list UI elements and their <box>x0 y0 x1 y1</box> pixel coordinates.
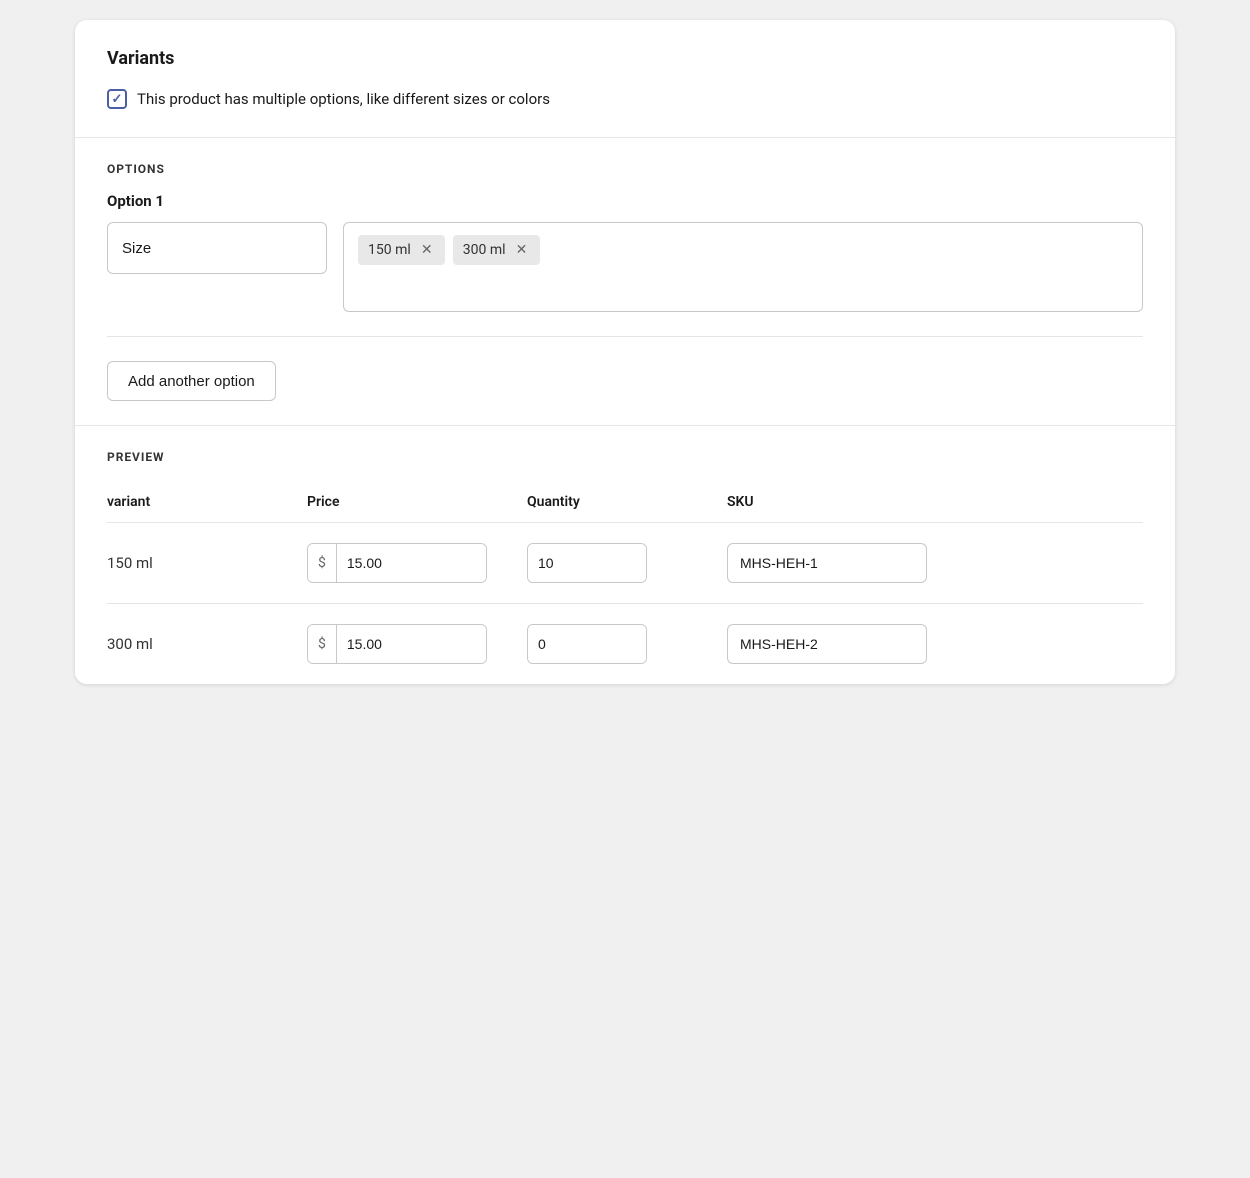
col-header-price: Price <box>307 484 527 523</box>
price-input-wrapper-300ml: $ <box>307 624 487 664</box>
sku-input-150ml[interactable] <box>727 543 927 583</box>
variants-checkbox-row: ✓ This product has multiple options, lik… <box>107 89 1143 109</box>
table-row: 300 ml $ ▲ ▼ <box>107 604 1143 685</box>
price-cell-300ml: $ <box>307 604 527 685</box>
price-input-150ml[interactable] <box>337 544 487 582</box>
quantity-cell-150ml: ▲ ▼ <box>527 523 727 604</box>
tag-150ml: 150 ml ✕ <box>358 235 445 265</box>
qty-input-150ml[interactable] <box>528 544 647 582</box>
sku-cell-300ml <box>727 604 1143 685</box>
option1-name-input[interactable] <box>107 222 327 274</box>
variant-name-300ml: 300 ml <box>107 604 307 685</box>
price-input-300ml[interactable] <box>337 625 487 663</box>
qty-input-300ml[interactable] <box>528 625 647 663</box>
variants-card: Variants ✓ This product has multiple opt… <box>75 20 1175 684</box>
variants-section: Variants ✓ This product has multiple opt… <box>75 20 1175 138</box>
options-heading: OPTIONS <box>107 162 1143 176</box>
price-prefix-150ml: $ <box>308 544 337 582</box>
col-header-sku: SKU <box>727 484 1143 523</box>
tag-150ml-remove[interactable]: ✕ <box>419 242 435 258</box>
tag-150ml-label: 150 ml <box>368 242 411 258</box>
options-divider <box>107 336 1143 337</box>
table-row: 150 ml $ ▲ ▼ <box>107 523 1143 604</box>
tag-300ml-label: 300 ml <box>463 242 506 258</box>
tags-input-container[interactable]: 150 ml ✕ 300 ml ✕ <box>343 222 1143 312</box>
col-header-quantity: Quantity <box>527 484 727 523</box>
multiple-options-label: This product has multiple options, like … <box>137 90 550 108</box>
price-prefix-300ml: $ <box>308 625 337 663</box>
preview-table: variant Price Quantity SKU 150 ml $ <box>107 484 1143 684</box>
col-header-variant: variant <box>107 484 307 523</box>
option1-label: Option 1 <box>107 192 1143 210</box>
qty-input-wrapper-300ml: ▲ ▼ <box>527 624 647 664</box>
tag-300ml: 300 ml ✕ <box>453 235 540 265</box>
multiple-options-checkbox[interactable]: ✓ <box>107 89 127 109</box>
preview-section: PREVIEW variant Price Quantity SKU 150 m… <box>75 426 1175 684</box>
quantity-cell-300ml: ▲ ▼ <box>527 604 727 685</box>
price-input-wrapper-150ml: $ <box>307 543 487 583</box>
variants-title: Variants <box>107 48 1143 69</box>
sku-input-300ml[interactable] <box>727 624 927 664</box>
add-another-option-button[interactable]: Add another option <box>107 361 276 401</box>
checkmark-icon: ✓ <box>112 93 123 106</box>
tag-300ml-remove[interactable]: ✕ <box>514 242 530 258</box>
options-section: OPTIONS Option 1 150 ml ✕ 300 ml ✕ Add a… <box>75 138 1175 426</box>
preview-heading: PREVIEW <box>107 450 1143 464</box>
option1-row: 150 ml ✕ 300 ml ✕ <box>107 222 1143 312</box>
table-header-row: variant Price Quantity SKU <box>107 484 1143 523</box>
qty-input-wrapper-150ml: ▲ ▼ <box>527 543 647 583</box>
price-cell-150ml: $ <box>307 523 527 604</box>
sku-cell-150ml <box>727 523 1143 604</box>
variant-name-150ml: 150 ml <box>107 523 307 604</box>
